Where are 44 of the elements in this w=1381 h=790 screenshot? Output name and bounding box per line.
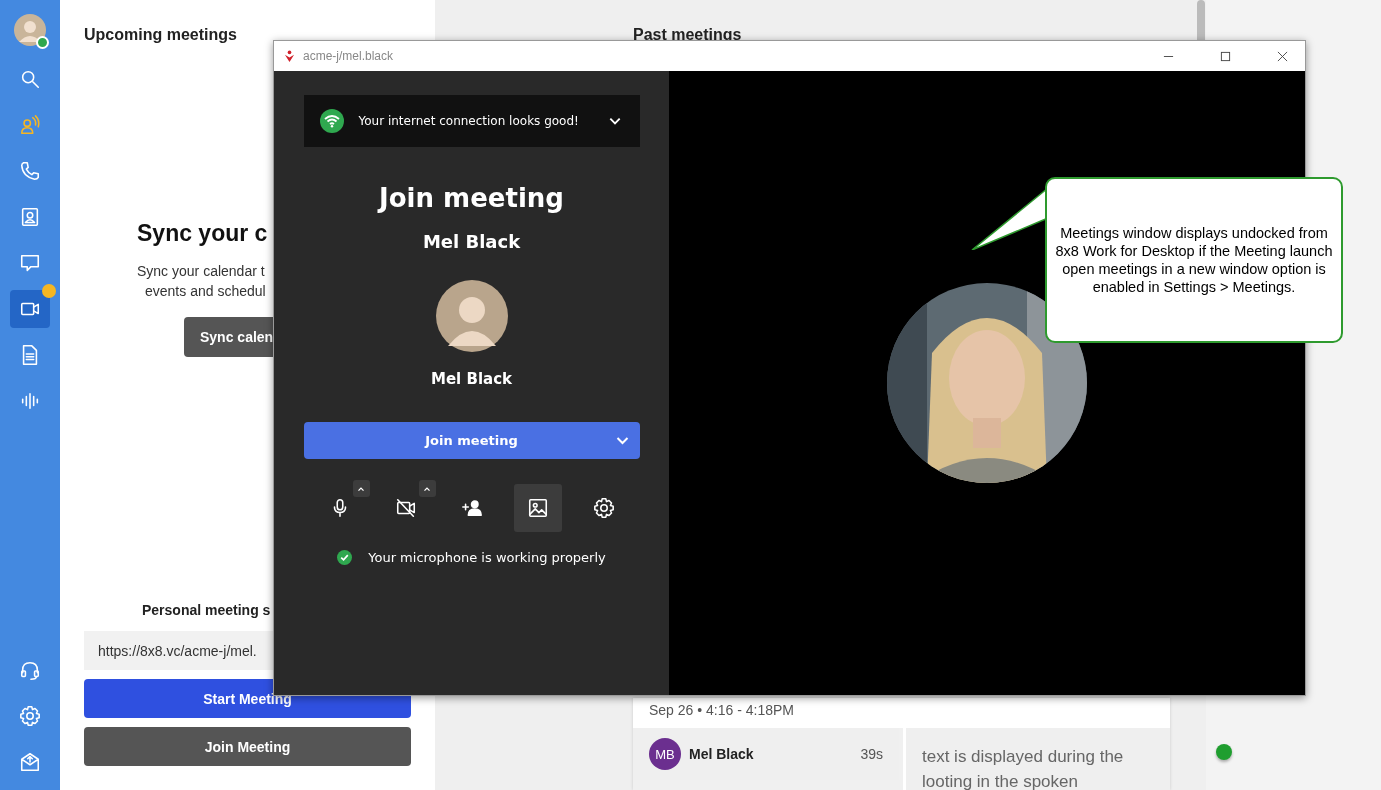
avatar[interactable]	[14, 14, 46, 46]
inbox-icon	[19, 751, 41, 773]
participant-name: Mel Black	[431, 370, 512, 388]
settings-icon	[592, 497, 615, 519]
section-title: Upcoming meetings	[84, 26, 238, 44]
transcript-text: text is displayed during the looting in the spoken	[922, 746, 1125, 790]
callout: Meetings window displays undocked from 8x8 Work for Desktop if the Meeting launch open meetings in a new window option is enabled in Settings > Meetings.	[1045, 177, 1343, 343]
join-heading: Join meeting	[379, 183, 564, 213]
participant-name: Mel Black	[689, 746, 755, 762]
join-meeting-button[interactable]: Join Meeting	[84, 727, 411, 766]
participant-avatar: MB	[649, 738, 681, 770]
window-title: acme-j/mel.black	[303, 49, 394, 63]
connection-status: Your internet connection looks good!	[358, 114, 580, 128]
personal-meeting-label: Personal meeting s	[141, 602, 272, 618]
maximize-button[interactable]	[1220, 50, 1231, 62]
search-icon	[19, 68, 41, 90]
duration: 39s	[860, 746, 883, 762]
camera-off-icon	[394, 497, 417, 519]
headset-icon	[19, 659, 41, 681]
close-button[interactable]	[1277, 50, 1288, 62]
video-nav-button[interactable]	[10, 290, 50, 328]
chat-icon	[19, 252, 41, 274]
activity-icon	[19, 114, 41, 136]
sync-description: events and schedul	[144, 283, 266, 299]
user-name: Mel Black	[422, 231, 521, 252]
contacts-icon	[19, 206, 41, 228]
section-title: Past meetings	[633, 26, 743, 44]
options-button[interactable]	[418, 480, 436, 497]
background-icon	[526, 497, 549, 519]
app-logo-icon	[284, 49, 295, 63]
phone-icon	[19, 160, 41, 182]
wifi-icon	[319, 109, 344, 133]
meeting-time: Sep 26 • 4:16 - 4:18PM	[648, 701, 795, 720]
voice-icon	[19, 390, 41, 412]
options-button[interactable]	[352, 480, 370, 497]
microphone-status: Your microphone is working properly	[368, 550, 606, 565]
background-button[interactable]	[513, 484, 562, 532]
connection-banner[interactable]: Your internet connection looks good!	[303, 95, 640, 147]
join-meeting-button[interactable]: Join meeting	[303, 422, 640, 459]
invite-icon	[460, 497, 483, 519]
settings-icon	[19, 705, 41, 727]
sync-heading: Sync your c	[137, 220, 268, 247]
check-icon	[337, 550, 353, 565]
sync-description: Sync your calendar t	[137, 263, 265, 279]
